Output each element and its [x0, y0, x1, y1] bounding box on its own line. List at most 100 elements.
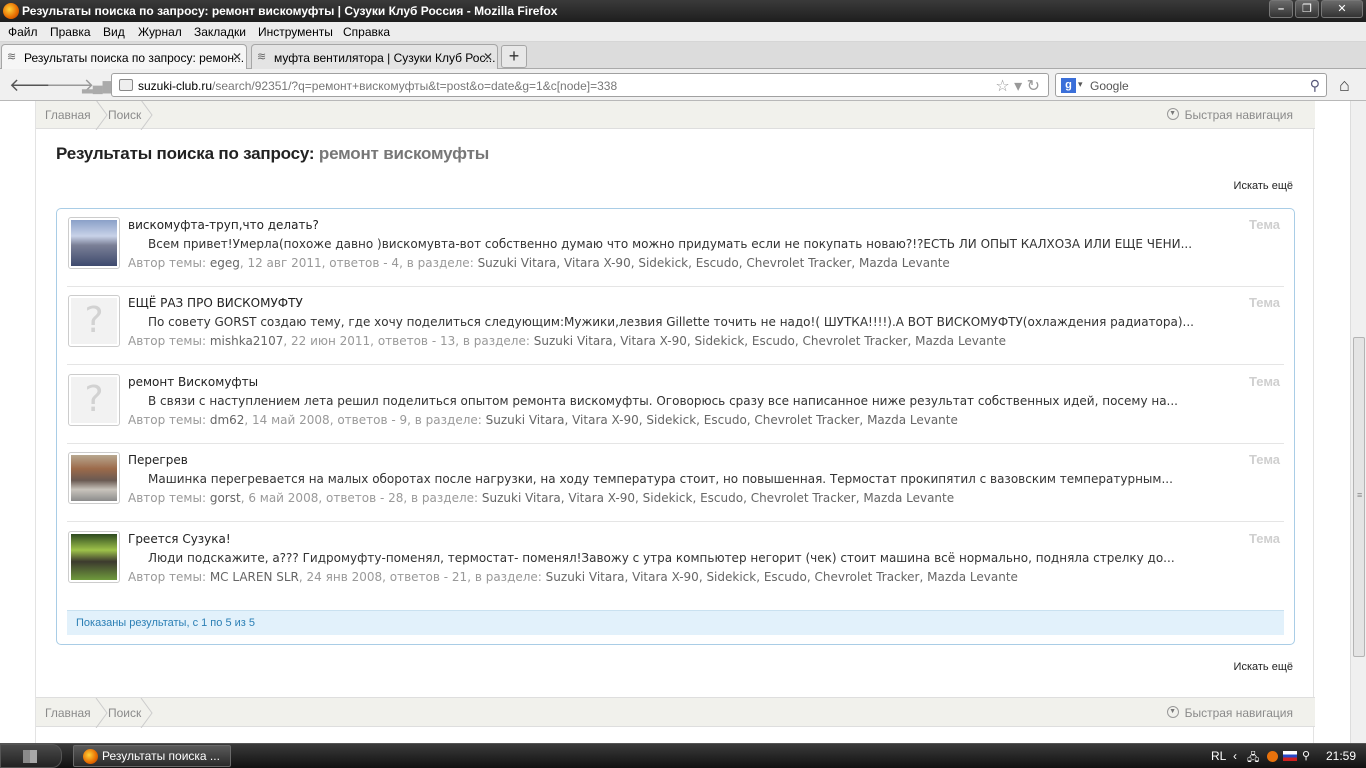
search-more-link[interactable]: Искать ещё [1234, 661, 1293, 673]
breadcrumb-bottom: Главная Поиск ▼ Быстрая навигация [36, 697, 1315, 728]
result-type: Тема [1248, 295, 1280, 310]
avatar-placeholder-icon: ? [71, 298, 117, 344]
breadcrumb-search[interactable]: Поиск [108, 108, 141, 122]
maximize-button[interactable]: ❐ [1295, 0, 1319, 18]
tab-label: Результаты поиска по запросу: ремон... [24, 51, 245, 65]
minimize-button[interactable]: – [1269, 0, 1293, 18]
author-link[interactable]: egeg [210, 256, 240, 270]
google-icon[interactable]: g [1061, 78, 1076, 93]
browser-window: Результаты поиска по запросу: ремонт вис… [0, 0, 1366, 768]
chevron-down-icon: ▼ [1166, 706, 1179, 718]
result-snippet: Всем привет!Умерла(похоже давно )вискому… [148, 237, 1193, 251]
menu-tools[interactable]: Инструменты [258, 25, 333, 39]
app-tray-icon[interactable] [1267, 751, 1278, 762]
flag-ru-icon[interactable] [1283, 751, 1297, 761]
result-row: ? ремонт Вискомуфты В связи с наступлени… [67, 366, 1284, 444]
result-type: Тема [1248, 452, 1280, 467]
avatar[interactable] [68, 217, 120, 269]
result-meta: Автор темы: dm62, 14 май 2008, ответов -… [128, 413, 958, 427]
avatar[interactable] [68, 531, 120, 583]
clock[interactable]: 21:59 [1326, 749, 1356, 763]
vertical-scrollbar[interactable]: ≡ [1350, 101, 1366, 743]
result-meta: Автор темы: MC LAREN SLR, 24 янв 2008, о… [128, 570, 1018, 584]
site-favicon-icon: ≋ [257, 51, 267, 63]
result-title[interactable]: Греется Сузука! [128, 532, 231, 546]
network-icon[interactable]: 🖧 [1247, 749, 1259, 768]
breadcrumb-separator [140, 698, 153, 728]
close-tab-icon[interactable]: ✕ [232, 50, 242, 64]
section-link[interactable]: Suzuki Vitara, Vitara X-90, Sidekick, Es… [534, 334, 1006, 348]
author-link[interactable]: gorst [210, 491, 241, 505]
breadcrumb-search[interactable]: Поиск [108, 706, 141, 720]
section-link[interactable]: Suzuki Vitara, Vitara X-90, Sidekick, Es… [546, 570, 1018, 584]
avatar[interactable]: ? [68, 295, 120, 347]
quick-navigation[interactable]: ▼ Быстрая навигация [1166, 706, 1293, 720]
start-button[interactable] [0, 744, 62, 768]
url-path: /search/92351/?q=ремонт+вискомуфты&t=pos… [212, 79, 618, 93]
result-title[interactable]: вискомуфта-труп,что делать? [128, 218, 319, 232]
search-icon[interactable]: ⚲ [1310, 77, 1320, 94]
forum-page: Главная Поиск ▼ Быстрая навигация Результ… [35, 101, 1315, 743]
result-meta: Автор темы: mishka2107, 22 июн 2011, отв… [128, 334, 1006, 348]
taskbar-window-button[interactable]: Результаты поиска ... [73, 745, 231, 767]
menu-help[interactable]: Справка [343, 25, 390, 39]
scrollbar-thumb[interactable]: ≡ [1353, 337, 1365, 657]
tab-fan-clutch[interactable]: ≋ муфта вентилятора | Сузуки Клуб Рос...… [251, 44, 498, 69]
result-title[interactable]: ремонт Вискомуфты [128, 375, 258, 389]
breadcrumb-separator [140, 101, 153, 130]
search-more-link[interactable]: Искать ещё [1234, 180, 1293, 192]
author-link[interactable]: mishka2107 [210, 334, 284, 348]
author-link[interactable]: dm62 [210, 413, 245, 427]
language-indicator[interactable]: RL [1211, 749, 1226, 763]
page-viewport: Главная Поиск ▼ Быстрая навигация Результ… [0, 101, 1350, 743]
firefox-icon [83, 749, 98, 764]
usb-icon[interactable]: ⚲ [1302, 749, 1310, 762]
tab-search-results[interactable]: ≋ Результаты поиска по запросу: ремон...… [1, 44, 247, 70]
tray-expand-icon[interactable]: ‹ [1233, 749, 1237, 763]
result-type: Тема [1248, 217, 1280, 232]
results-list: вискомуфта-труп,что делать? Всем привет!… [56, 208, 1295, 645]
firefox-icon [3, 3, 19, 19]
breadcrumb-home[interactable]: Главная [45, 108, 91, 122]
close-window-button[interactable]: ✕ [1321, 0, 1363, 18]
tab-label: муфта вентилятора | Сузуки Клуб Рос... [274, 51, 496, 65]
close-tab-icon[interactable]: ✕ [483, 50, 493, 64]
home-icon[interactable]: ⌂ [1339, 75, 1350, 96]
quick-navigation[interactable]: ▼ Быстрая навигация [1166, 108, 1293, 122]
menu-edit[interactable]: Правка [50, 25, 91, 39]
search-bar[interactable]: g ▾ Google ⚲ [1055, 73, 1327, 97]
result-row: ? ЕЩЁ РАЗ ПРО ВИСКОМУФТУ По совету GORST… [67, 287, 1284, 365]
result-row: вискомуфта-труп,что делать? Всем привет!… [67, 209, 1284, 287]
menu-bookmarks[interactable]: Закладки [194, 25, 246, 39]
section-link[interactable]: Suzuki Vitara, Vitara X-90, Sidekick, Es… [486, 413, 958, 427]
result-snippet: По совету GORST создаю тему, где хочу по… [148, 315, 1194, 329]
tab-strip: ≋ Результаты поиска по запросу: ремон...… [0, 42, 1366, 70]
address-bar[interactable]: suzuki-club.ru/search/92351/?q=ремонт+ви… [111, 73, 1049, 97]
section-link[interactable]: Suzuki Vitara, Vitara X-90, Sidekick, Es… [482, 491, 954, 505]
chevron-down-icon: ▼ [1166, 108, 1179, 120]
chevron-down-icon[interactable]: ▾ [1078, 79, 1083, 90]
breadcrumb-home[interactable]: Главная [45, 706, 91, 720]
menu-history[interactable]: Журнал [138, 25, 182, 39]
menu-view[interactable]: Вид [103, 25, 125, 39]
breadcrumb-separator [95, 698, 108, 728]
window-title: Результаты поиска по запросу: ремонт вис… [22, 4, 558, 18]
avatar[interactable] [68, 452, 120, 504]
result-title[interactable]: ЕЩЁ РАЗ ПРО ВИСКОМУФТУ [128, 296, 303, 310]
bookmark-star-icon[interactable]: ☆ ▾ ↻ [995, 76, 1040, 96]
search-input[interactable]: Google [1090, 79, 1129, 93]
menu-file[interactable]: Файл [8, 25, 38, 39]
result-snippet: Люди подскажите, а??? Гидромуфту-поменял… [148, 551, 1175, 565]
result-title[interactable]: Перегрев [128, 453, 188, 467]
section-link[interactable]: Suzuki Vitara, Vitara X-90, Sidekick, Es… [478, 256, 950, 270]
new-tab-button[interactable]: + [501, 45, 527, 68]
avatar[interactable]: ? [68, 374, 120, 426]
site-identity-icon[interactable] [119, 79, 133, 91]
avatar-placeholder-icon: ? [71, 377, 117, 423]
system-tray: RL ‹ 🖧 ⚲ 21:59 [1205, 744, 1366, 768]
result-row: Греется Сузука! Люди подскажите, а??? Ги… [67, 523, 1284, 601]
menu-bar: Файл Правка Вид Журнал Закладки Инструме… [0, 22, 1366, 42]
result-row: Перегрев Машинка перегревается на малых … [67, 444, 1284, 522]
taskbar: Результаты поиска ... RL ‹ 🖧 ⚲ 21:59 [0, 743, 1366, 768]
author-link[interactable]: MC LAREN SLR [210, 570, 299, 584]
